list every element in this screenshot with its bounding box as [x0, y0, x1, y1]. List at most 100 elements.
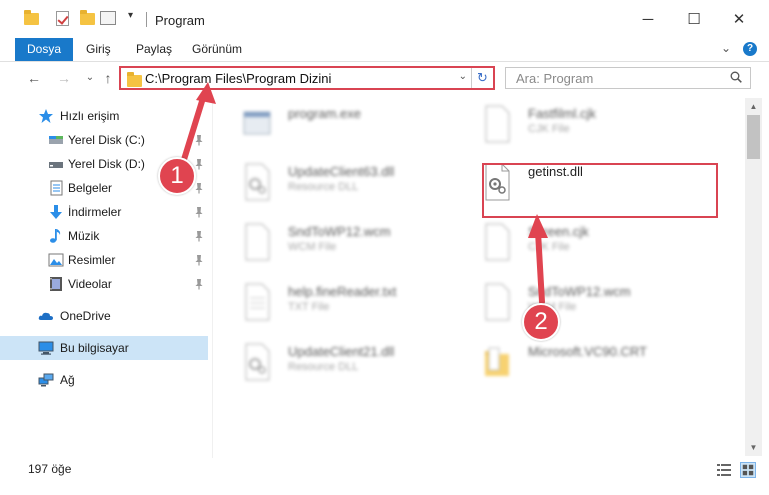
file-name: program.exe [288, 106, 361, 121]
close-button[interactable]: ✕ [724, 8, 754, 32]
nav-item-label: Bu bilgisayar [60, 341, 129, 355]
nav-item-onedrive[interactable]: OneDrive [0, 304, 208, 328]
exe-file-icon [243, 111, 271, 135]
nav-item-label: Videolar [68, 277, 112, 291]
list-item[interactable]: Microsoft.VC90.CRT [460, 336, 710, 394]
address-path[interactable]: C:\Program Files\Program Dizini [145, 71, 331, 86]
nav-item-label: Yerel Disk (D:) [68, 157, 145, 171]
tab-file[interactable]: Dosya [15, 38, 74, 61]
search-placeholder: Ara: Program [516, 71, 594, 86]
help-icon[interactable]: ? [743, 42, 757, 56]
up-button[interactable]: ↑ [98, 68, 118, 88]
pin-icon[interactable] [194, 182, 204, 194]
search-icon [730, 71, 742, 83]
dll-file-icon [245, 163, 270, 201]
scroll-up-button[interactable]: ▲ [745, 98, 762, 115]
list-item[interactable]: help.fineReader.txt TXT File [220, 276, 470, 334]
pin-icon[interactable] [194, 158, 204, 170]
pin-icon[interactable] [194, 134, 204, 146]
pin-icon[interactable] [194, 206, 204, 218]
text-file-icon [245, 283, 270, 321]
list-item[interactable]: Fastfilml.cjk CJK File [460, 98, 710, 156]
tab-home[interactable]: Giriş [76, 38, 121, 61]
forward-button[interactable]: → [54, 68, 74, 88]
new-folder-icon[interactable] [80, 10, 96, 27]
cloud-icon [38, 312, 53, 320]
documents-icon [50, 180, 63, 196]
list-item[interactable]: program.exe [220, 98, 470, 156]
folder-icon [485, 347, 509, 376]
nav-item-quick-access[interactable]: Hızlı erişim [0, 104, 208, 128]
pin-icon[interactable] [194, 254, 204, 266]
file-type: TXT File [288, 301, 330, 313]
pin-icon[interactable] [194, 278, 204, 290]
nav-item-label: OneDrive [60, 309, 111, 323]
address-dropdown-icon[interactable]: ⌄ [459, 71, 467, 82]
properties-icon[interactable] [100, 11, 116, 27]
nav-item-local-disk-c[interactable]: Yerel Disk (C:) [0, 128, 208, 152]
search-input[interactable]: Ara: Program [505, 67, 751, 89]
file-type: Resource DLL [288, 361, 359, 373]
list-item[interactable]: UpdateClient63.dll Resource DLL [220, 156, 470, 214]
folder-icon [24, 10, 40, 27]
address-bar[interactable]: C:\Program Files\Program Dizini ⌄ ↻ [119, 66, 495, 90]
tab-view[interactable]: Görünüm [182, 38, 252, 61]
customize-toolbar-icon[interactable]: ▾ [128, 10, 144, 26]
scroll-thumb[interactable] [747, 115, 760, 159]
minimize-button[interactable]: ─ [633, 8, 663, 32]
pane-divider[interactable] [212, 98, 213, 458]
drive-icon [49, 136, 63, 144]
file-name: UpdateClient63.dll [288, 164, 395, 179]
nav-item-pictures[interactable]: Resimler [0, 248, 208, 272]
refresh-button[interactable]: ↻ [471, 68, 493, 88]
window-title: Program [155, 13, 205, 28]
expand-ribbon-icon[interactable]: ⌄ [721, 41, 733, 55]
list-item[interactable]: UpdateClient21.dll Resource DLL [220, 336, 470, 394]
maximize-button[interactable]: ☐ [679, 8, 709, 32]
file-type: Resource DLL [288, 181, 359, 193]
details-view-icon[interactable] [716, 462, 732, 478]
list-item[interactable]: Screen.cjk CJK File [460, 216, 710, 274]
file-icon [485, 223, 510, 261]
computer-icon [38, 341, 54, 355]
nav-item-music[interactable]: Müzik [0, 224, 208, 248]
vertical-scrollbar[interactable]: ▲ ▼ [745, 98, 762, 456]
file-name: SndToWP12.wcm [528, 284, 631, 299]
file-icon [245, 223, 270, 261]
drive-icon [49, 162, 63, 168]
nav-item-label: Ağ [60, 373, 75, 387]
address-row: ← → ⌄ ↑ C:\Program Files\Program Dizini … [0, 62, 769, 94]
properties-check-icon[interactable] [56, 11, 72, 27]
file-name: SndToWP12.wcm [288, 224, 391, 239]
pin-icon[interactable] [194, 230, 204, 242]
nav-item-videos[interactable]: Videolar [0, 272, 208, 296]
address-folder-icon [127, 72, 142, 87]
back-button[interactable]: ← [24, 68, 44, 88]
star-icon [39, 109, 53, 123]
file-name: Screen.cjk [528, 224, 589, 239]
file-type: CJK File [528, 123, 570, 135]
recent-locations-button[interactable]: ⌄ [80, 68, 100, 88]
nav-item-this-pc[interactable]: Bu bilgisayar [0, 336, 208, 360]
dll-file-icon [245, 343, 270, 381]
scroll-down-button[interactable]: ▼ [745, 439, 762, 456]
file-list: program.exe Fastfilml.cjk CJK File Updat… [214, 98, 744, 458]
title-bar: ▾ Program ─ ☐ ✕ [0, 0, 769, 38]
tab-share[interactable]: Paylaş [126, 38, 182, 61]
file-name: UpdateClient21.dll [288, 344, 395, 359]
list-item[interactable]: SndToWP12.wcm WCM File [460, 276, 710, 334]
navigation-pane: Hızlı erişim Yerel Disk (C:) Yerel Disk … [0, 98, 212, 458]
nav-item-label: Hızlı erişim [60, 109, 120, 123]
ribbon-tabs: Dosya Giriş Paylaş Görünüm ⌄ ? [0, 38, 769, 62]
list-item[interactable]: SndToWP12.wcm WCM File [220, 216, 470, 274]
nav-item-label: Resimler [68, 253, 116, 267]
nav-item-downloads[interactable]: İndirmeler [0, 200, 208, 224]
step-1-badge: 1 [158, 157, 196, 195]
nav-item-network[interactable]: Ağ [0, 368, 208, 392]
music-icon [50, 229, 61, 243]
tiles-view-icon[interactable] [740, 462, 756, 478]
pictures-icon [48, 253, 64, 267]
file-type: CJK File [528, 241, 570, 253]
item-count: 197 öğe [28, 462, 72, 476]
status-bar: 197 öğe [0, 458, 769, 482]
